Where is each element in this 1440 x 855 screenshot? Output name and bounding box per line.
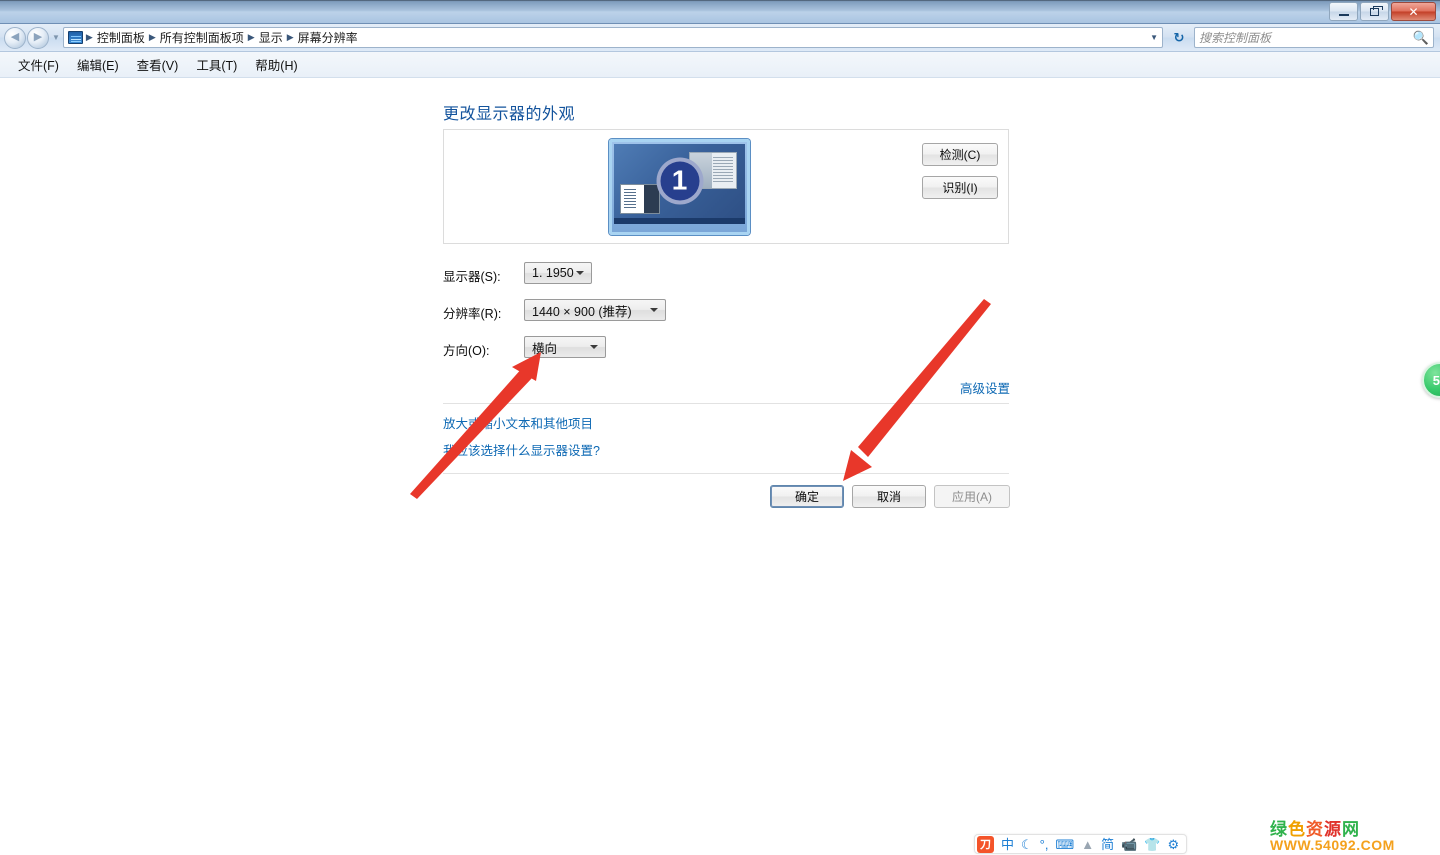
minimize-button[interactable] [1329, 2, 1358, 21]
divider [443, 473, 1009, 474]
detect-button[interactable]: 检测(C) [922, 143, 998, 166]
search-input[interactable] [1199, 30, 1413, 45]
refresh-button[interactable]: ↻ [1168, 27, 1190, 48]
chevron-down-icon [650, 308, 658, 312]
menu-file[interactable]: 文件(F) [10, 52, 67, 77]
breadcrumb-item-display[interactable]: 显示 [256, 29, 286, 46]
refresh-icon: ↻ [1173, 29, 1185, 45]
watermark-url: WWW.54092.COM [1270, 837, 1395, 853]
navigation-bar: ◀ ▶ ▼ ▶ 控制面板 ▶ 所有控制面板项 ▶ 显示 ▶ 屏幕分辨率 ▼ ↻ … [0, 24, 1440, 52]
ime-keyboard-icon[interactable]: ⌨ [1055, 838, 1074, 851]
monitor-number-badge: 1 [656, 157, 703, 205]
advanced-settings-link[interactable]: 高级设置 [960, 378, 1010, 397]
breadcrumb-item-all-items[interactable]: 所有控制面板项 [157, 29, 247, 46]
close-icon: ✕ [1408, 4, 1419, 19]
monitor-label: 显示器(S): [443, 270, 501, 284]
ime-settings-gear-icon[interactable]: ⚙ [1168, 838, 1180, 851]
maximize-button[interactable] [1360, 2, 1389, 21]
breadcrumb-separator-icon: ▶ [286, 32, 294, 42]
monitor-dropdown-value: 1. 1950 [532, 266, 574, 280]
ime-skin-icon[interactable]: 👕 [1144, 838, 1160, 851]
preview-taskbar [614, 218, 745, 224]
breadcrumb-item-control-panel[interactable]: 控制面板 [94, 29, 148, 46]
control-panel-icon [67, 31, 83, 44]
ime-user-icon[interactable]: ▲ [1081, 838, 1094, 851]
menu-edit[interactable]: 编辑(E) [69, 52, 127, 77]
resolution-dropdown[interactable]: 1440 × 900 (推荐) [524, 299, 666, 321]
ok-button[interactable]: 确定 [770, 485, 844, 508]
minimize-icon [1338, 13, 1349, 16]
menu-help[interactable]: 帮助(H) [247, 52, 305, 77]
search-box[interactable]: 🔍 [1194, 27, 1434, 48]
apply-button[interactable]: 应用(A) [934, 485, 1010, 508]
window-controls: ✕ [1329, 2, 1436, 21]
watermark-site-name: 绿色资源网 [1270, 821, 1440, 838]
which-settings-link[interactable]: 我应该选择什么显示器设置? [443, 440, 600, 459]
ime-moon-icon[interactable]: ☾ [1021, 838, 1033, 851]
ime-toolbar: 刀 中 ☾ °, ⌨ ▲ 简 📹 👕 ⚙ [974, 834, 1188, 854]
address-bar[interactable]: ▶ 控制面板 ▶ 所有控制面板项 ▶ 显示 ▶ 屏幕分辨率 ▼ [62, 27, 1163, 48]
monitor-dropdown[interactable]: 1. 1950 [524, 262, 592, 284]
recent-pages-chevron-icon[interactable]: ▼ [52, 33, 60, 42]
maximize-icon [1370, 5, 1383, 16]
menu-tools[interactable]: 工具(T) [188, 52, 245, 77]
ime-chinese-mode-icon[interactable]: 中 [1001, 838, 1014, 851]
nav-buttons: ◀ ▶ ▼ [4, 26, 63, 49]
close-button[interactable]: ✕ [1391, 2, 1436, 21]
menu-view[interactable]: 查看(V) [129, 52, 187, 77]
ime-logo-icon[interactable]: 刀 [977, 835, 994, 853]
breadcrumb-separator-icon: ▶ [148, 32, 156, 42]
orientation-dropdown[interactable]: 横向 [524, 336, 606, 358]
divider [443, 403, 1009, 404]
ime-punctuation-icon[interactable]: °, [1040, 838, 1049, 851]
back-button[interactable]: ◀ [4, 26, 26, 49]
monitor-preview[interactable]: 1 [609, 139, 750, 235]
scale-text-link[interactable]: 放大或缩小文本和其他项目 [443, 413, 593, 432]
cancel-button[interactable]: 取消 [852, 485, 926, 508]
orientation-label: 方向(O): [443, 344, 490, 358]
chevron-down-icon [590, 345, 598, 349]
forward-button[interactable]: ▶ [27, 26, 49, 49]
chevron-down-icon [576, 271, 584, 275]
orientation-dropdown-value: 横向 [532, 341, 558, 356]
page-title: 更改显示器的外观 [443, 106, 576, 123]
screen-resolution-window: ✕ ◀ ▶ ▼ ▶ 控制面板 ▶ 所有控制面板项 ▶ 显示 ▶ 屏幕分辨率 ▼ … [0, 0, 1440, 855]
breadcrumb-item-screen-resolution[interactable]: 屏幕分辨率 [295, 29, 361, 46]
identify-button[interactable]: 识别(I) [922, 176, 998, 199]
monitor-screen: 1 [614, 144, 745, 224]
preview-list-icon [620, 184, 660, 214]
ime-video-icon[interactable]: 📹 [1121, 838, 1137, 851]
breadcrumb-separator-icon: ▶ [85, 32, 93, 42]
resolution-dropdown-value: 1440 × 900 (推荐) [532, 304, 632, 319]
title-bar: ✕ [0, 0, 1440, 24]
ime-simplified-icon[interactable]: 简 [1101, 838, 1114, 851]
menu-bar: 文件(F) 编辑(E) 查看(V) 工具(T) 帮助(H) [0, 52, 1440, 78]
address-dropdown-chevron-icon[interactable]: ▼ [1150, 33, 1158, 42]
breadcrumb-separator-icon: ▶ [247, 32, 255, 42]
resolution-label: 分辨率(R): [443, 307, 502, 321]
site-watermark: 绿色资源网 WWW.54092.COM [1270, 821, 1440, 855]
search-icon: 🔍 [1412, 29, 1429, 45]
